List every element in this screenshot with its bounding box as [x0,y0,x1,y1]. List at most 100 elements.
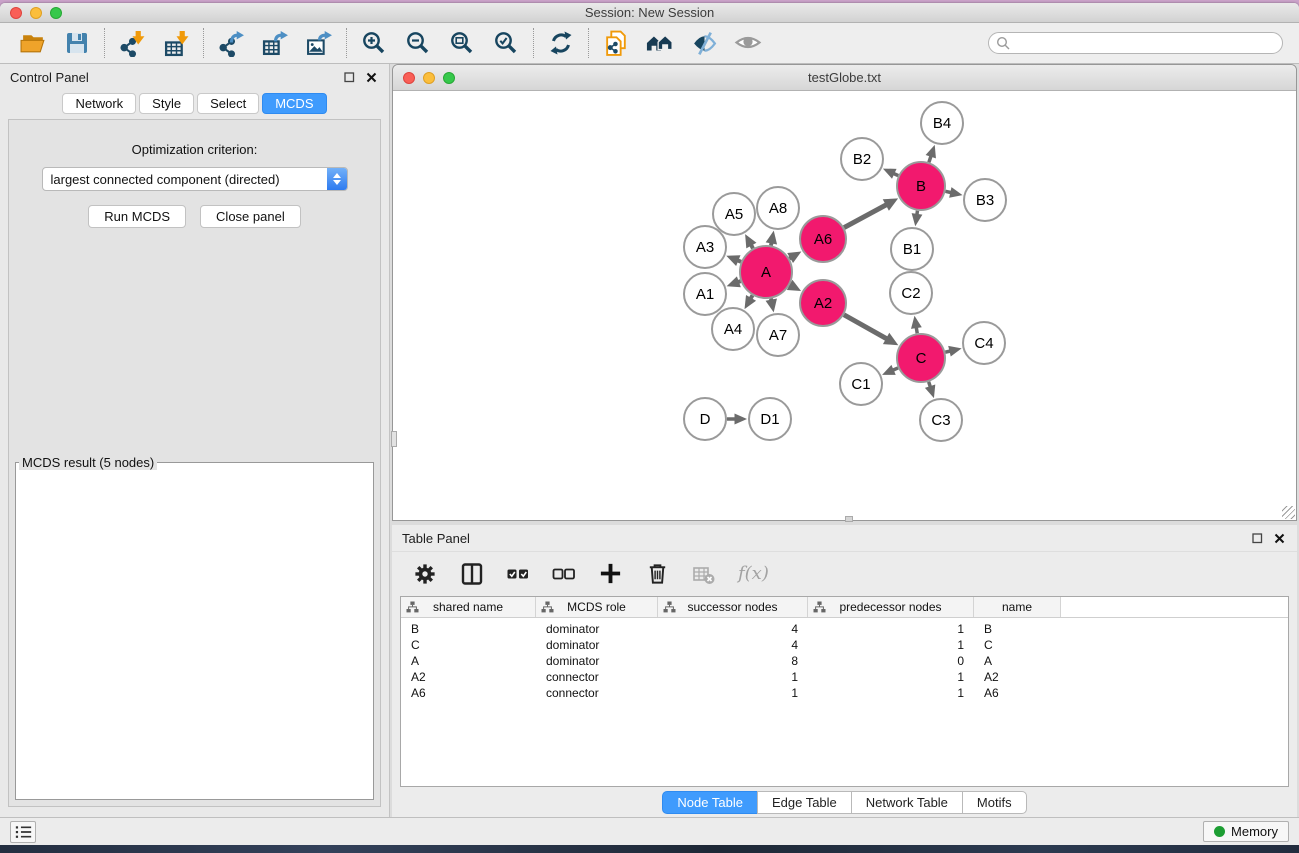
graph-node-C1[interactable]: C1 [840,363,882,405]
table-row[interactable]: A2connector11A2 [401,669,1288,685]
zoom-in-icon [361,30,387,56]
graph-node-A6[interactable]: A6 [800,216,846,262]
tab-motifs[interactable]: Motifs [962,791,1027,814]
graph-edge-A-A7[interactable] [766,299,777,313]
graph-node-B4[interactable]: B4 [921,102,963,144]
deselect-all-columns-button[interactable] [552,562,576,586]
hide-graphics-details-button[interactable] [690,29,718,57]
export-network-button[interactable] [217,29,245,57]
graph-edge-C-C3[interactable] [925,382,935,398]
show-graphics-details-button[interactable] [734,29,762,57]
graph-node-B1[interactable]: B1 [891,228,933,270]
zoom-selected-button[interactable] [492,29,520,57]
column-header-name[interactable]: name [974,597,1061,617]
refresh-button[interactable] [547,29,575,57]
tab-edge-table[interactable]: Edge Table [757,791,852,814]
tab-style[interactable]: Style [139,93,194,114]
import-network-button[interactable] [118,29,146,57]
table-settings-button[interactable] [412,561,438,587]
table-row[interactable]: Adominator80A [401,653,1288,669]
graph-edge-B-B2[interactable] [883,169,898,179]
status-bar: Memory [0,817,1299,845]
zoom-fit-button[interactable] [448,29,476,57]
column-header-successor-nodes[interactable]: successor nodes [658,597,808,617]
task-history-button[interactable] [10,821,36,843]
select-all-columns-button[interactable] [506,562,530,586]
graph-node-A7[interactable]: A7 [757,314,799,356]
graph-edge-A6-B[interactable] [844,198,898,227]
graph-edge-A2-C[interactable] [844,315,898,346]
graph-edge-A-A5[interactable] [745,234,756,248]
network-canvas[interactable]: B4 B2 B B3 A8A5 A6 A3 B1 A A1 C2 A2 A4A7 C4 C C1 C3 D D1 [393,91,1296,520]
save-session-button[interactable] [63,29,91,57]
graph-node-A1[interactable]: A1 [684,273,726,315]
graph-node-B[interactable]: B [897,162,945,210]
control-panel-tabs: NetworkStyleSelectMCDS [0,93,389,114]
graph-edge-D-D1[interactable] [727,414,747,425]
graph-edge-B-B4[interactable] [926,145,936,162]
column-header-mcds-role[interactable]: MCDS role [536,597,658,617]
delete-columns-button[interactable] [645,561,670,586]
graph-node-C2[interactable]: C2 [890,272,932,314]
zoom-in-button[interactable] [360,29,388,57]
memory-status-icon [1214,826,1225,837]
table-row[interactable]: Bdominator41B [401,621,1288,637]
create-column-button[interactable] [598,561,623,586]
graph-node-B2[interactable]: B2 [841,138,883,180]
graph-node-A8[interactable]: A8 [757,187,799,229]
export-image-button[interactable] [305,29,333,57]
resize-grip-corner[interactable] [1282,506,1295,519]
graph-edge-B-B1[interactable] [912,211,923,226]
network-window-titlebar[interactable]: testGlobe.txt [393,65,1296,91]
graph-node-C3[interactable]: C3 [920,399,962,441]
graph-node-B3[interactable]: B3 [964,179,1006,221]
graph-node-C[interactable]: C [897,334,945,382]
graph-node-A4[interactable]: A4 [712,308,754,350]
run-mcds-button[interactable]: Run MCDS [88,205,186,228]
zoom-out-button[interactable] [404,29,432,57]
graph-node-A2[interactable]: A2 [800,280,846,326]
new-network-from-selection-button[interactable] [602,29,630,57]
close-panel-icon[interactable] [363,70,379,84]
graph-edge-C-C2[interactable] [911,316,922,334]
toggle-column-view-button[interactable] [460,562,484,586]
mcds-result-item[interactable]: A2 [22,473,354,475]
graph-node-C4[interactable]: C4 [963,322,1005,364]
export-table-button[interactable] [261,29,289,57]
graph-edge-A-A3[interactable] [726,255,741,266]
graph-node-D1[interactable]: D1 [749,398,791,440]
table-body: Bdominator41BCdominator41CAdominator80AA… [401,618,1288,786]
graph-node-A5[interactable]: A5 [713,193,755,235]
close-table-panel-icon[interactable] [1271,531,1287,545]
memory-button[interactable]: Memory [1203,821,1289,842]
criterion-dropdown[interactable]: largest connected component (directed) [42,167,348,191]
column-header-shared-name[interactable]: shared name [401,597,536,617]
graph-node-D[interactable]: D [684,398,726,440]
graph-node-A3[interactable]: A3 [684,226,726,268]
tab-mcds[interactable]: MCDS [262,93,326,114]
table-row[interactable]: A6connector11A6 [401,685,1288,701]
tab-node-table[interactable]: Node Table [662,791,758,814]
search-input[interactable] [988,32,1283,54]
graph-edge-A-A4[interactable] [745,295,757,309]
graph-node-A[interactable]: A [740,246,792,298]
float-table-panel-icon[interactable] [1249,531,1265,545]
tab-network[interactable]: Network [62,93,136,114]
first-neighbors-button[interactable] [646,29,674,57]
open-session-button[interactable] [19,29,47,57]
graph-edge-C-C4[interactable] [945,346,961,357]
tab-select[interactable]: Select [197,93,259,114]
tab-network-table[interactable]: Network Table [851,791,963,814]
table-row[interactable]: Cdominator41C [401,637,1288,653]
graph-edge-A-A1[interactable] [727,276,741,287]
resize-handle-bottom[interactable] [845,516,853,522]
graph-edge-B-B3[interactable] [945,187,962,198]
graph-edge-A-A8[interactable] [766,231,777,246]
cell-successor-nodes: 8 [658,654,808,668]
float-panel-icon[interactable] [341,70,357,84]
resize-handle-left[interactable] [391,431,397,447]
column-header-predecessor-nodes[interactable]: predecessor nodes [808,597,974,617]
import-table-button[interactable] [162,29,190,57]
graph-edge-C-C1[interactable] [882,365,898,375]
close-panel-button[interactable]: Close panel [200,205,301,228]
